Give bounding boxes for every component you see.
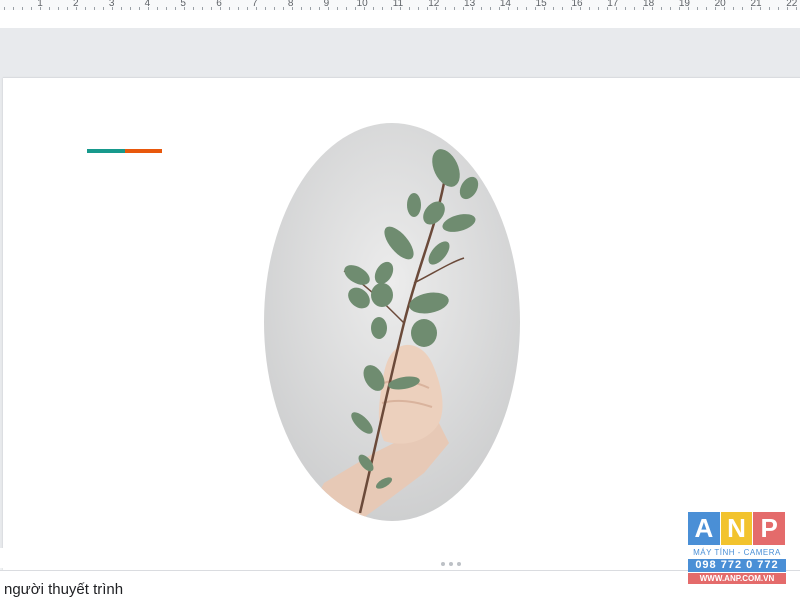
ruler-label: 13: [464, 0, 476, 9]
slide[interactable]: [3, 77, 800, 570]
notes-resize-handle[interactable]: [0, 548, 800, 568]
ruler-label: 10: [356, 0, 368, 9]
ruler-label: 15: [535, 0, 547, 9]
accent-bar-teal[interactable]: [87, 149, 125, 153]
toolbar-strip: [0, 10, 800, 28]
ruler-label: 14: [499, 0, 511, 9]
watermark-letter: P: [753, 512, 786, 545]
ruler-label: 12: [428, 0, 440, 9]
speaker-notes-panel[interactable]: người thuyết trình: [0, 570, 800, 601]
watermark-phone: 098 772 0 772: [688, 559, 786, 572]
watermark-logo: ANP MÁY TÍNH - CAMERA 098 772 0 772 WWW.…: [688, 512, 786, 588]
ruler-label: 11: [392, 0, 404, 9]
watermark-website: WWW.ANP.COM.VN: [688, 573, 786, 584]
slide-canvas: [0, 28, 800, 570]
watermark-tagline: MÁY TÍNH - CAMERA: [693, 548, 781, 557]
watermark-letter: N: [720, 512, 753, 545]
accent-bar-orange[interactable]: [125, 149, 162, 153]
speaker-notes-text[interactable]: người thuyết trình: [4, 581, 123, 598]
oval-photo[interactable]: [264, 123, 520, 521]
drag-handle-icon[interactable]: [441, 562, 461, 566]
watermark-letter: A: [688, 512, 720, 545]
